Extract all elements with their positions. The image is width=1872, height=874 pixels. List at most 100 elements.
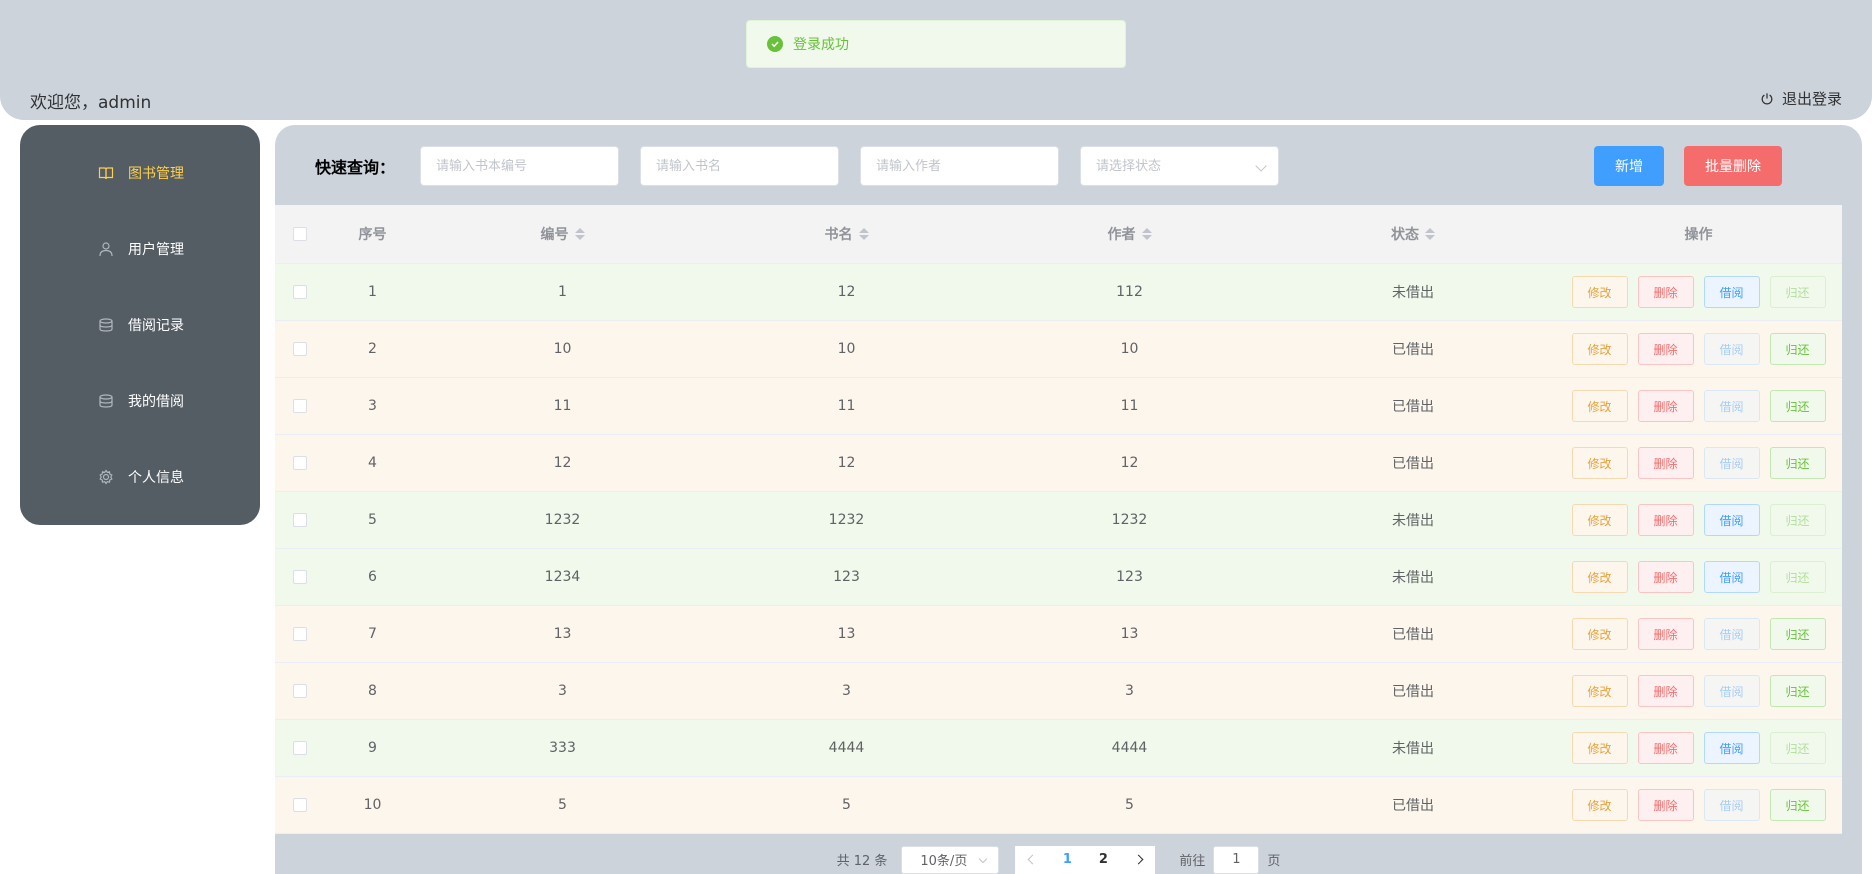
borrow-button[interactable]: 借阅 (1703, 675, 1760, 707)
edit-button[interactable]: 修改 (1571, 390, 1628, 422)
cell-name: 1232 (828, 512, 865, 528)
column-number-label: 编号 (540, 227, 569, 243)
borrow-button[interactable]: 借阅 (1703, 276, 1760, 308)
logout-label: 退出登录 (1781, 90, 1842, 108)
edit-button[interactable]: 修改 (1571, 333, 1628, 365)
row-checkbox[interactable] (293, 513, 307, 527)
coins-icon (99, 318, 113, 332)
cell-author: 13 (1120, 626, 1139, 642)
return-button[interactable]: 归还 (1769, 333, 1826, 365)
borrow-button[interactable]: 借阅 (1703, 333, 1760, 365)
edit-button[interactable]: 修改 (1571, 675, 1628, 707)
borrow-button[interactable]: 借阅 (1703, 504, 1760, 536)
borrow-button[interactable]: 借阅 (1703, 390, 1760, 422)
delete-button[interactable]: 删除 (1637, 504, 1694, 536)
cell-number: 1 (558, 284, 567, 300)
column-number[interactable]: 编号 (420, 224, 705, 244)
cell-number: 11 (553, 398, 572, 414)
cell-author: 3 (1125, 683, 1134, 699)
delete-button[interactable]: 删除 (1637, 276, 1694, 308)
table-row: 2 10 10 10 已借出 修改 删除 借阅 归还 (275, 321, 1842, 378)
select-all-checkbox[interactable] (293, 227, 307, 241)
return-button[interactable]: 归还 (1769, 276, 1826, 308)
edit-button[interactable]: 修改 (1571, 276, 1628, 308)
sidebar-item-user-management[interactable]: 用户管理 (98, 239, 184, 259)
sidebar-item-profile[interactable]: 个人信息 (98, 467, 184, 487)
return-button[interactable]: 归还 (1769, 675, 1826, 707)
borrow-button[interactable]: 借阅 (1703, 732, 1760, 764)
cell-author: 1232 (1111, 512, 1148, 528)
page-1[interactable]: 1 (1049, 852, 1085, 867)
delete-button[interactable]: 删除 (1637, 333, 1694, 365)
sort-icon[interactable] (574, 228, 585, 240)
page-2[interactable]: 2 (1085, 852, 1121, 867)
borrow-button[interactable]: 借阅 (1703, 789, 1760, 821)
row-checkbox[interactable] (293, 285, 307, 299)
column-status[interactable]: 状态 (1271, 224, 1555, 244)
edit-button[interactable]: 修改 (1571, 504, 1628, 536)
page-size-select[interactable]: 10条/页 (901, 845, 1000, 874)
edit-button[interactable]: 修改 (1571, 618, 1628, 650)
sort-icon[interactable] (858, 228, 869, 240)
row-checkbox[interactable] (293, 684, 307, 698)
prev-page-button[interactable] (1015, 846, 1049, 874)
next-page-button[interactable] (1121, 846, 1155, 874)
batch-delete-button[interactable]: 批量删除 (1684, 146, 1782, 186)
main-panel: 快速查询： 新增 批量删除 序号 编号 书名 作者 状态 操作 1112112未… (275, 125, 1862, 874)
cell-number: 13 (553, 626, 572, 642)
edit-button[interactable]: 修改 (1571, 732, 1628, 764)
column-author[interactable]: 作者 (988, 224, 1271, 244)
sidebar-item-borrow-records[interactable]: 借阅记录 (98, 315, 184, 335)
return-button[interactable]: 归还 (1769, 390, 1826, 422)
delete-button[interactable]: 删除 (1637, 789, 1694, 821)
delete-button[interactable]: 删除 (1637, 390, 1694, 422)
delete-button[interactable]: 删除 (1637, 675, 1694, 707)
return-button[interactable]: 归还 (1769, 561, 1826, 593)
goto-page-input[interactable] (1213, 845, 1260, 874)
cell-author: 12 (1120, 455, 1139, 471)
cell-ops: 修改 删除 借阅 归还 (1555, 390, 1842, 422)
row-checkbox[interactable] (293, 570, 307, 584)
book-name-input[interactable] (640, 146, 839, 186)
borrow-button[interactable]: 借阅 (1703, 447, 1760, 479)
borrow-button[interactable]: 借阅 (1703, 561, 1760, 593)
cell-ops: 修改 删除 借阅 归还 (1555, 333, 1842, 365)
sidebar-item-my-borrows[interactable]: 我的借阅 (98, 391, 184, 411)
edit-button[interactable]: 修改 (1571, 561, 1628, 593)
return-button[interactable]: 归还 (1769, 504, 1826, 536)
column-name[interactable]: 书名 (705, 224, 988, 244)
row-checkbox[interactable] (293, 741, 307, 755)
edit-button[interactable]: 修改 (1571, 789, 1628, 821)
sort-icon[interactable] (1425, 228, 1435, 240)
cell-author: 112 (1116, 284, 1143, 300)
row-checkbox[interactable] (293, 798, 307, 812)
row-checkbox[interactable] (293, 627, 307, 641)
author-input[interactable] (860, 146, 1059, 186)
book-number-input[interactable] (420, 146, 619, 186)
cell-ops: 修改 删除 借阅 归还 (1555, 447, 1842, 479)
row-checkbox[interactable] (293, 342, 307, 356)
row-checkbox[interactable] (293, 456, 307, 470)
add-button[interactable]: 新增 (1594, 146, 1664, 186)
sidebar-item-label: 借阅记录 (128, 318, 184, 334)
delete-button[interactable]: 删除 (1637, 561, 1694, 593)
cell-number: 3 (558, 683, 567, 699)
cell-index: 1 (368, 284, 377, 300)
return-button[interactable]: 归还 (1769, 732, 1826, 764)
sidebar-item-book-management[interactable]: 图书管理 (98, 163, 184, 183)
logout-button[interactable]: 退出登录 (1760, 88, 1842, 109)
return-button[interactable]: 归还 (1769, 789, 1826, 821)
return-button[interactable]: 归还 (1769, 447, 1826, 479)
borrow-button[interactable]: 借阅 (1703, 618, 1760, 650)
sort-icon[interactable] (1141, 228, 1152, 240)
cell-number: 1232 (544, 512, 581, 528)
cell-name: 4444 (828, 740, 865, 756)
delete-button[interactable]: 删除 (1637, 447, 1694, 479)
delete-button[interactable]: 删除 (1637, 618, 1694, 650)
row-checkbox[interactable] (293, 399, 307, 413)
delete-button[interactable]: 删除 (1637, 732, 1694, 764)
status-select[interactable] (1080, 146, 1279, 186)
return-button[interactable]: 归还 (1769, 618, 1826, 650)
edit-button[interactable]: 修改 (1571, 447, 1628, 479)
gear-icon (99, 469, 113, 485)
